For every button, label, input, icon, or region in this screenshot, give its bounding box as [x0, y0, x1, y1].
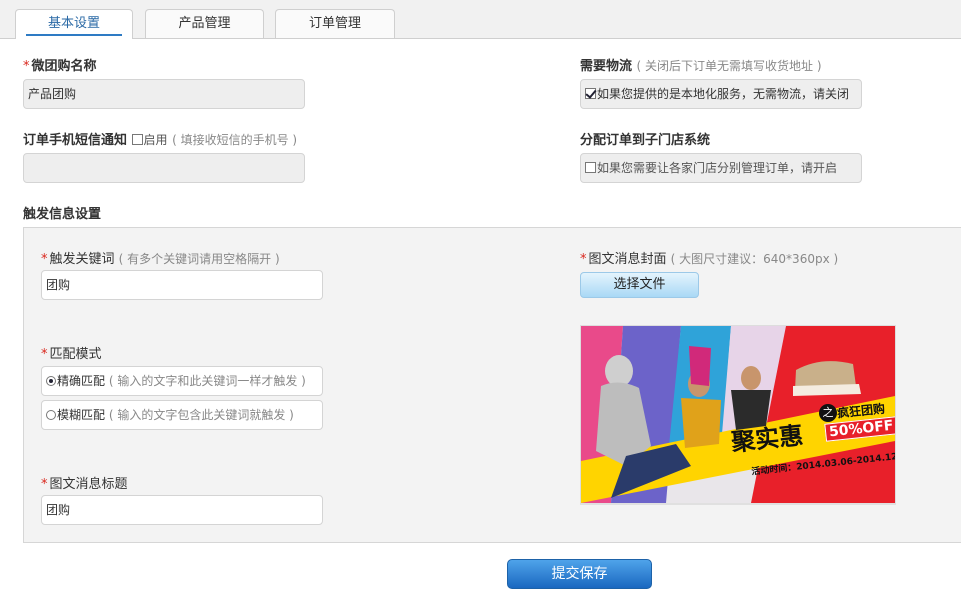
cover-headline: 聚实惠 [729, 421, 805, 457]
sms-notify-label-text: 订单手机短信通知 [23, 133, 128, 148]
required-marker: * [580, 252, 587, 267]
match-exact-option[interactable]: 精确匹配 ( 输入的文字和此关键词一样才触发 ) [41, 366, 323, 396]
tab-bar: 基本设置 产品管理 订单管理 [0, 0, 961, 39]
submit-save-button[interactable]: 提交保存 [507, 559, 652, 589]
cover-hint: ( 大图尺寸建议：640*360px ) [670, 252, 839, 266]
keyword-label: * 触发关键词 ( 有多个关键词请用空格隔开 ) [41, 248, 280, 267]
tab-order-management[interactable]: 订单管理 [275, 9, 395, 38]
tab-basic-settings[interactable]: 基本设置 [15, 9, 133, 39]
dispatch-checkbox[interactable] [585, 162, 596, 173]
match-exact-radio[interactable] [46, 376, 56, 386]
logistics-label-text: 需要物流 [580, 59, 633, 74]
keyword-hint: ( 有多个关键词请用空格隔开 ) [118, 252, 280, 266]
cover-image-preview: 聚实惠 之 疯狂团购 50%OFF 活动时间：2014.03.06-2014.1… [580, 325, 896, 505]
match-mode-label-text: 匹配模式 [49, 347, 102, 362]
dispatch-toggle-box: 如果您需要让各家门店分别管理订单，请开启 [580, 153, 862, 183]
trigger-section-title: 触发信息设置 [23, 207, 102, 222]
match-exact-label: 精确匹配 [57, 374, 106, 388]
match-fuzzy-option[interactable]: 模糊匹配 ( 输入的文字包含此关键词就触发 ) [41, 400, 323, 430]
group-name-input[interactable]: 产品团购 [23, 79, 305, 109]
logistics-checkbox[interactable] [585, 88, 596, 99]
sms-hint: ( 填接收短信的手机号 ) [172, 133, 298, 147]
match-exact-hint: ( 输入的文字和此关键词一样才触发 ) [108, 374, 306, 388]
logistics-toggle-box: 如果您提供的是本地化服务，无需物流，请关闭 [580, 79, 862, 109]
required-marker: * [23, 59, 30, 74]
group-name-label-text: 微团购名称 [31, 59, 97, 74]
logistics-label: 需要物流 ( 关闭后下订单无需填写收货地址 ) [580, 55, 822, 74]
tab-product-management[interactable]: 产品管理 [145, 9, 264, 38]
required-marker: * [41, 252, 48, 267]
match-fuzzy-hint: ( 输入的文字包含此关键词就触发 ) [108, 408, 294, 422]
cover-badge: 之 [819, 404, 837, 422]
dispatch-label: 分配订单到子门店系统 [580, 133, 711, 148]
choose-file-button[interactable]: 选择文件 [580, 272, 699, 298]
news-title-label: * 图文消息标题 [41, 473, 128, 492]
sms-enable-label: 启用 [143, 133, 168, 147]
sms-enable-checkbox[interactable] [131, 134, 143, 145]
required-marker: * [41, 477, 48, 492]
keyword-label-text: 触发关键词 [49, 252, 115, 267]
logistics-hint: ( 关闭后下订单无需填写收货地址 ) [636, 59, 822, 73]
dispatch-text: 如果您需要让各家门店分别管理订单，请开启 [597, 161, 838, 175]
cover-label: * 图文消息封面 ( 大图尺寸建议：640*360px ) [580, 248, 838, 267]
match-fuzzy-radio[interactable] [46, 410, 56, 420]
sms-notify-label: 订单手机短信通知 启用 ( 填接收短信的手机号 ) [23, 129, 297, 148]
required-marker: * [41, 347, 48, 362]
news-title-label-text: 图文消息标题 [49, 477, 128, 492]
logistics-text: 如果您提供的是本地化服务，无需物流，请关闭 [597, 87, 850, 101]
group-name-label: * 微团购名称 [23, 55, 97, 74]
news-title-input[interactable]: 团购 [41, 495, 323, 525]
match-fuzzy-label: 模糊匹配 [57, 408, 106, 422]
cover-label-text: 图文消息封面 [588, 252, 667, 267]
match-mode-label: * 匹配模式 [41, 343, 102, 362]
keyword-input[interactable]: 团购 [41, 270, 323, 300]
sms-phone-input[interactable] [23, 153, 305, 183]
